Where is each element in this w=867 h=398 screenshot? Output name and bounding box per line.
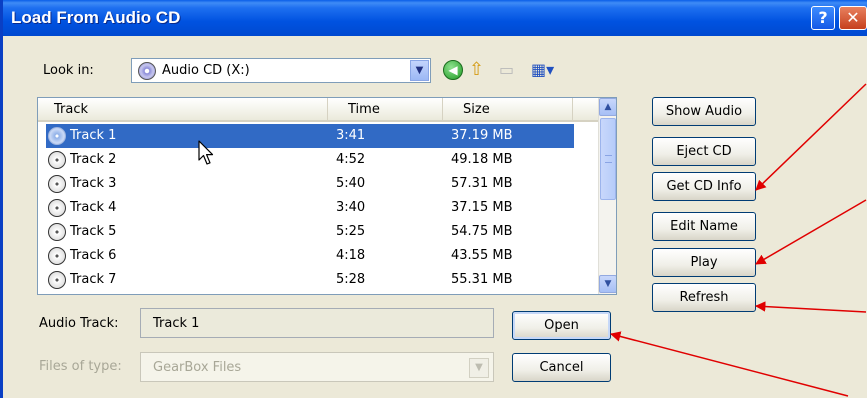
table-row[interactable]: Track 5 5:25 54.75 MB bbox=[38, 220, 598, 244]
track-time: 5:28 bbox=[336, 272, 366, 287]
window-title: Load From Audio CD bbox=[11, 8, 181, 27]
track-name: Track 5 bbox=[70, 224, 117, 239]
track-list[interactable]: Track Time Size Track 1 3:41 37.19 MB Track… bbox=[37, 97, 617, 295]
look-in-dropdown[interactable]: Audio CD (X:) ▼ bbox=[131, 58, 431, 83]
scroll-down-icon[interactable]: ▼ bbox=[599, 275, 616, 293]
list-header: Track Time Size bbox=[38, 98, 598, 122]
files-of-type-value: GearBox Files bbox=[153, 360, 242, 375]
track-time: 5:40 bbox=[336, 176, 366, 191]
audio-track-label: Audio Track: bbox=[39, 316, 119, 331]
audio-track-icon bbox=[48, 199, 66, 217]
track-name: Track 3 bbox=[70, 176, 117, 191]
track-size: 54.75 MB bbox=[451, 224, 513, 239]
table-row[interactable]: Track 6 4:18 43.55 MB bbox=[38, 244, 598, 268]
scroll-up-icon[interactable]: ▲ bbox=[599, 98, 616, 116]
eject-cd-button[interactable]: Eject CD bbox=[652, 137, 756, 166]
back-icon[interactable]: ◀ bbox=[443, 60, 463, 80]
chevron-down-icon[interactable]: ▼ bbox=[410, 60, 429, 81]
table-row[interactable]: Track 1 3:41 37.19 MB bbox=[46, 124, 574, 148]
get-cd-info-button[interactable]: Get CD Info bbox=[652, 172, 756, 201]
look-in-value: Audio CD (X:) bbox=[162, 63, 250, 78]
track-time: 4:52 bbox=[336, 152, 366, 167]
track-name: Track 2 bbox=[70, 152, 117, 167]
audio-track-icon bbox=[48, 151, 66, 169]
audio-track-icon bbox=[48, 127, 66, 145]
up-folder-icon[interactable]: ⇧ bbox=[469, 60, 489, 80]
load-from-audio-cd-dialog: Load From Audio CD ? ✕ Look in: Audio CD… bbox=[0, 0, 867, 398]
play-button[interactable]: Play bbox=[652, 248, 756, 277]
track-time: 4:18 bbox=[336, 248, 366, 263]
cancel-button[interactable]: Cancel bbox=[512, 353, 611, 382]
table-row[interactable]: Track 3 5:40 57.31 MB bbox=[38, 172, 598, 196]
audio-track-icon bbox=[48, 175, 66, 193]
views-menu-icon[interactable]: ▦▾ bbox=[531, 60, 559, 80]
track-rows: Track 1 3:41 37.19 MB Track 2 4:52 49.18 MB Tr… bbox=[38, 124, 598, 292]
files-of-type-select[interactable]: GearBox Files ▼ bbox=[140, 352, 494, 382]
vertical-scrollbar[interactable]: ▲ ▼ bbox=[598, 98, 616, 294]
track-size: 37.15 MB bbox=[451, 200, 513, 215]
audio-track-value: Track 1 bbox=[153, 316, 200, 331]
audio-track-icon bbox=[48, 247, 66, 265]
refresh-button[interactable]: Refresh bbox=[652, 283, 756, 312]
title-bar[interactable]: Load From Audio CD ? ✕ bbox=[3, 0, 867, 36]
scroll-thumb[interactable] bbox=[600, 118, 616, 200]
track-size: 43.55 MB bbox=[451, 248, 513, 263]
audio-cd-icon bbox=[138, 62, 156, 80]
column-header-track[interactable]: Track bbox=[38, 98, 328, 121]
track-size: 57.31 MB bbox=[451, 176, 513, 191]
mouse-pointer-icon bbox=[198, 140, 214, 165]
edit-name-button[interactable]: Edit Name bbox=[652, 212, 756, 241]
audio-track-field[interactable]: Track 1 bbox=[140, 308, 494, 338]
table-row[interactable]: Track 7 5:28 55.31 MB bbox=[38, 268, 598, 292]
open-button[interactable]: Open bbox=[512, 311, 611, 340]
files-of-type-label: Files of type: bbox=[39, 359, 122, 374]
column-header-time[interactable]: Time bbox=[328, 98, 443, 121]
track-name: Track 7 bbox=[70, 272, 117, 287]
track-size: 55.31 MB bbox=[451, 272, 513, 287]
track-size: 37.19 MB bbox=[451, 128, 513, 143]
audio-track-icon bbox=[48, 223, 66, 241]
table-row[interactable]: Track 2 4:52 49.18 MB bbox=[38, 148, 598, 172]
track-name: Track 6 bbox=[70, 248, 117, 263]
table-row[interactable]: Track 4 3:40 37.15 MB bbox=[38, 196, 598, 220]
new-folder-icon[interactable]: ▭ bbox=[499, 60, 519, 80]
audio-track-icon bbox=[48, 271, 66, 289]
track-time: 5:25 bbox=[336, 224, 366, 239]
column-header-size[interactable]: Size bbox=[443, 98, 573, 121]
chevron-down-icon[interactable]: ▼ bbox=[469, 358, 489, 378]
track-time: 3:40 bbox=[336, 200, 366, 215]
track-size: 49.18 MB bbox=[451, 152, 513, 167]
close-button[interactable]: ✕ bbox=[839, 6, 867, 30]
track-time: 3:41 bbox=[336, 128, 366, 143]
look-in-label: Look in: bbox=[43, 63, 94, 78]
show-audio-button[interactable]: Show Audio bbox=[652, 97, 756, 126]
track-name: Track 4 bbox=[70, 200, 117, 215]
track-name: Track 1 bbox=[70, 128, 117, 143]
help-button[interactable]: ? bbox=[811, 6, 835, 30]
